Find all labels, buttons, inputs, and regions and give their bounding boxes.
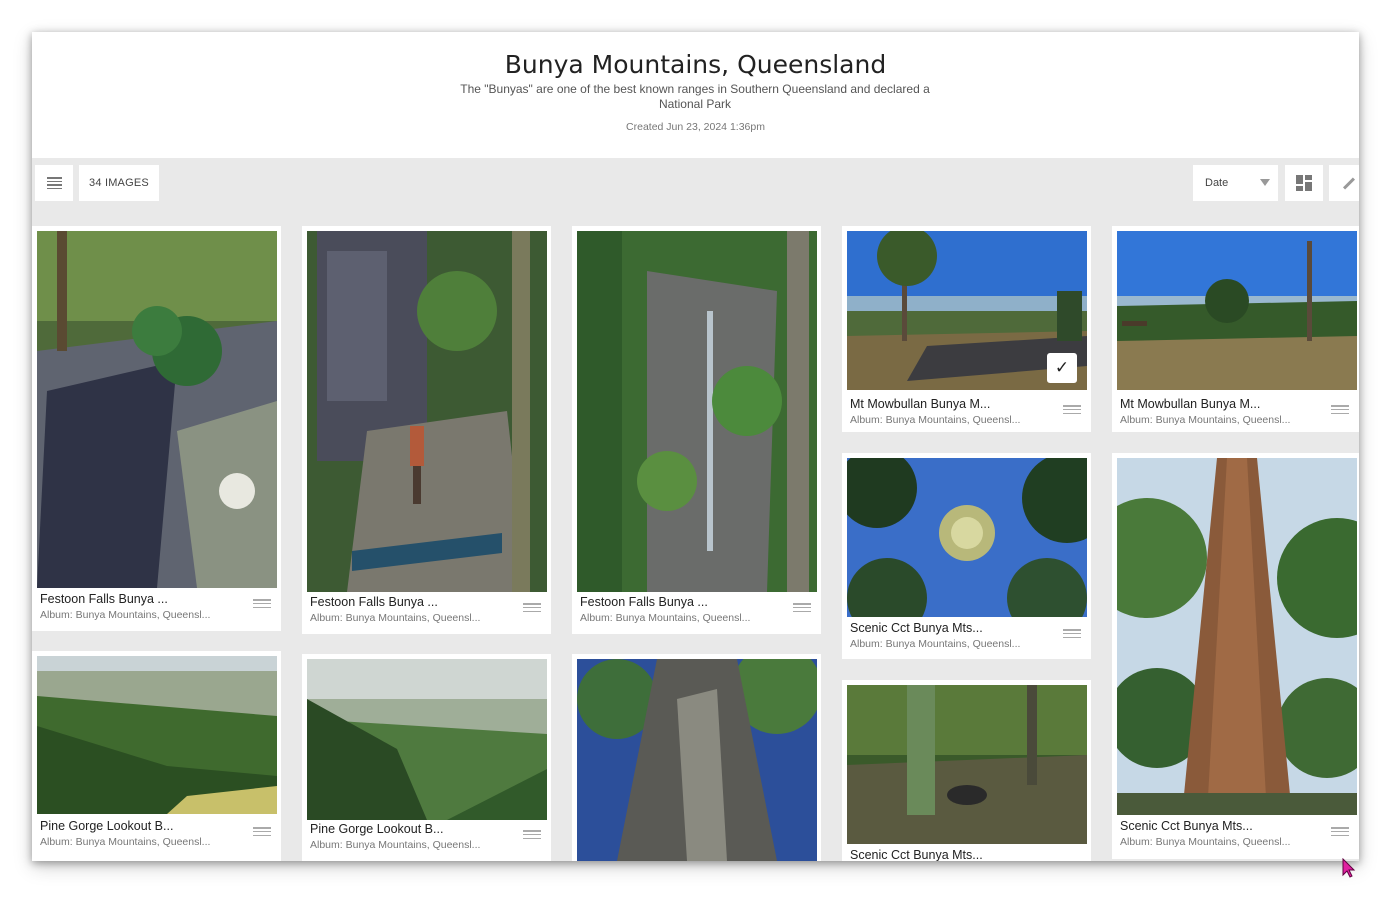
photo-album: Album: Bunya Mountains, Queensl... bbox=[310, 839, 481, 851]
photo-card[interactable]: Pine Gorge Lookout B... Album: Bunya Mou… bbox=[32, 651, 281, 861]
photo-album: Album: Bunya Mountains, Queensl... bbox=[310, 612, 481, 624]
selected-check-icon[interactable]: ✓ bbox=[1047, 353, 1077, 383]
toolbar: 34 IMAGES Date bbox=[32, 158, 1359, 218]
drag-handle-icon[interactable] bbox=[1063, 629, 1081, 638]
layout-button[interactable] bbox=[1285, 165, 1323, 201]
photo-card[interactable] bbox=[572, 654, 821, 861]
photo-thumbnail[interactable] bbox=[307, 659, 547, 820]
photo-thumbnail[interactable] bbox=[1117, 231, 1357, 390]
mouse-cursor-icon bbox=[1342, 858, 1356, 878]
photo-thumbnail[interactable] bbox=[37, 231, 277, 588]
chevron-down-icon bbox=[1260, 179, 1270, 186]
photo-album: Album: Bunya Mountains, Queensl... bbox=[40, 836, 211, 848]
photo-title: Mt Mowbullan Bunya M... bbox=[1120, 397, 1261, 411]
photo-title: Pine Gorge Lookout B... bbox=[40, 819, 174, 833]
drag-handle-icon[interactable] bbox=[253, 599, 271, 608]
pencil-icon bbox=[1340, 175, 1356, 191]
photo-card[interactable]: ✓ Mt Mowbullan Bunya M... Album: Bunya M… bbox=[842, 226, 1091, 432]
grid-layout-icon bbox=[1296, 175, 1312, 191]
drag-handle-icon[interactable] bbox=[793, 603, 811, 612]
photo-thumbnail[interactable] bbox=[847, 685, 1087, 844]
photo-thumbnail[interactable]: ✓ bbox=[847, 231, 1087, 390]
album-created-date: Created Jun 23, 2024 1:36pm bbox=[626, 121, 765, 133]
photo-thumbnail[interactable] bbox=[37, 656, 277, 814]
photo-card[interactable]: Scenic Cct Bunya Mts... Album: Bunya Mou… bbox=[1112, 453, 1359, 859]
photo-title: Scenic Cct Bunya Mts... bbox=[850, 848, 983, 861]
photo-title: Festoon Falls Bunya ... bbox=[580, 595, 708, 609]
photo-title: Pine Gorge Lookout B... bbox=[310, 822, 444, 836]
photo-thumbnail[interactable] bbox=[847, 458, 1087, 617]
hamburger-icon bbox=[46, 177, 62, 189]
drag-handle-icon[interactable] bbox=[523, 830, 541, 839]
photo-title: Scenic Cct Bunya Mts... bbox=[850, 621, 983, 635]
photo-card[interactable]: Scenic Cct Bunya Mts... Album: Bunya Mou… bbox=[842, 453, 1091, 659]
photo-album: Album: Bunya Mountains, Queensl... bbox=[40, 609, 211, 621]
photo-album: Album: Bunya Mountains, Queensl... bbox=[850, 638, 1021, 650]
photo-thumbnail[interactable] bbox=[577, 231, 817, 592]
photo-title: Scenic Cct Bunya Mts... bbox=[1120, 819, 1253, 833]
album-window: Bunya Mountains, Queensland The "Bunyas"… bbox=[32, 32, 1359, 861]
photo-thumbnail[interactable] bbox=[1117, 458, 1357, 815]
image-count-button[interactable]: 34 IMAGES bbox=[79, 165, 159, 201]
drag-handle-icon[interactable] bbox=[253, 827, 271, 836]
photo-card[interactable]: Mt Mowbullan Bunya M... Album: Bunya Mou… bbox=[1112, 226, 1359, 432]
photo-card[interactable]: Pine Gorge Lookout B... Album: Bunya Mou… bbox=[302, 654, 551, 861]
photo-card[interactable]: Festoon Falls Bunya ... Album: Bunya Mou… bbox=[572, 226, 821, 634]
photo-title: Mt Mowbullan Bunya M... bbox=[850, 397, 991, 411]
menu-button[interactable] bbox=[35, 165, 73, 201]
drag-handle-icon[interactable] bbox=[523, 603, 541, 612]
album-header: Bunya Mountains, Queensland The "Bunyas"… bbox=[32, 32, 1359, 158]
photo-title: Festoon Falls Bunya ... bbox=[40, 592, 168, 606]
photo-card[interactable]: Festoon Falls Bunya ... Album: Bunya Mou… bbox=[302, 226, 551, 634]
album-description: The "Bunyas" are one of the best known r… bbox=[460, 82, 930, 111]
edit-button[interactable] bbox=[1329, 165, 1359, 201]
photo-card[interactable]: Scenic Cct Bunya Mts... bbox=[842, 680, 1091, 861]
album-title: Bunya Mountains, Queensland bbox=[504, 50, 887, 79]
photo-album: Album: Bunya Mountains, Queensl... bbox=[1120, 414, 1291, 426]
photo-thumbnail[interactable] bbox=[307, 231, 547, 592]
drag-handle-icon[interactable] bbox=[1063, 405, 1081, 414]
photo-thumbnail[interactable] bbox=[577, 659, 817, 861]
sort-label: Date bbox=[1205, 177, 1229, 189]
drag-handle-icon[interactable] bbox=[1331, 405, 1349, 414]
photo-card[interactable]: Festoon Falls Bunya ... Album: Bunya Mou… bbox=[32, 226, 281, 631]
photo-album: Album: Bunya Mountains, Queensl... bbox=[850, 414, 1021, 426]
photo-album: Album: Bunya Mountains, Queensl... bbox=[580, 612, 751, 624]
photo-title: Festoon Falls Bunya ... bbox=[310, 595, 438, 609]
drag-handle-icon[interactable] bbox=[1331, 827, 1349, 836]
photo-album: Album: Bunya Mountains, Queensl... bbox=[1120, 836, 1291, 848]
sort-dropdown[interactable]: Date bbox=[1193, 165, 1278, 201]
